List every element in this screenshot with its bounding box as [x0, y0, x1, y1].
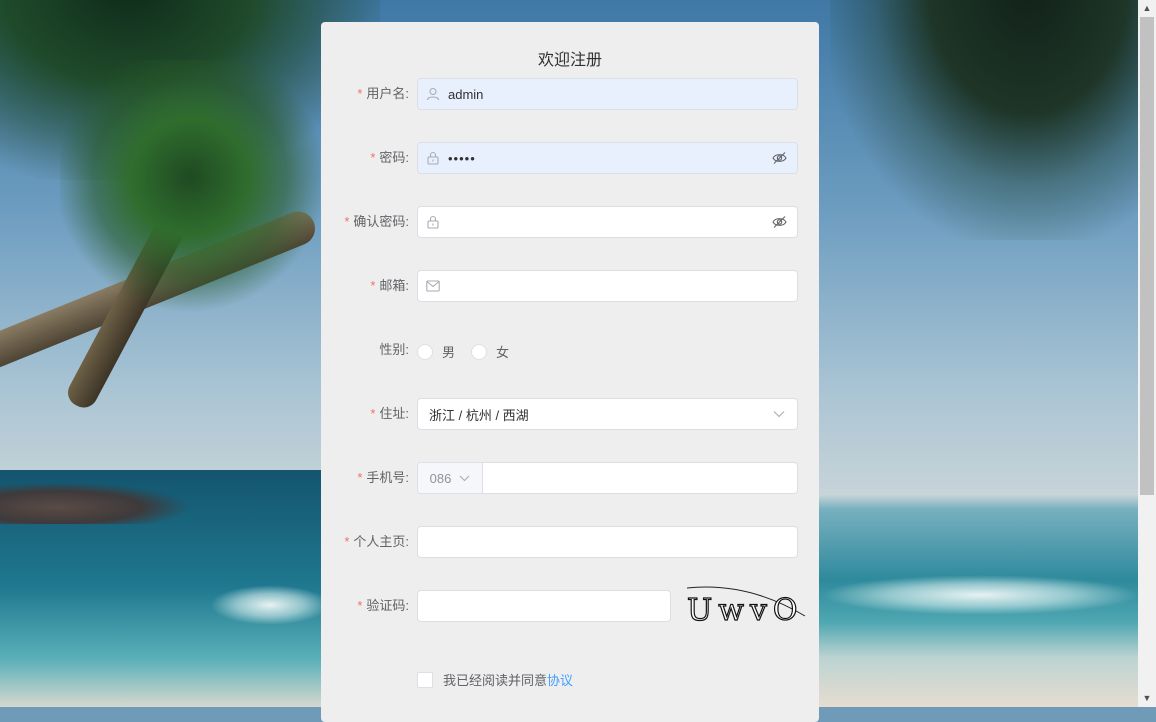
homepage-row: * 个人主页:: [321, 526, 819, 558]
mail-icon: [418, 280, 448, 292]
eye-off-icon[interactable]: [761, 151, 797, 165]
gender-row: 性别: 男 女: [321, 334, 819, 366]
address-label: * 住址:: [370, 406, 409, 421]
gender-radio-female[interactable]: 女: [471, 342, 509, 361]
page-scrollbar[interactable]: ▲ ▼: [1138, 0, 1156, 707]
username-input[interactable]: admin: [417, 78, 798, 110]
lock-icon: [418, 151, 448, 165]
captcha-row: * 验证码: UwvO: [321, 586, 819, 629]
homepage-label: * 个人主页:: [344, 534, 409, 549]
lock-icon: [418, 215, 448, 229]
captcha-image-text: UwvO: [687, 593, 804, 628]
scrollbar-thumb[interactable]: [1140, 17, 1154, 495]
address-row: * 住址: 浙江 / 杭州 / 西湖: [321, 398, 819, 430]
captcha-label: * 验证码:: [357, 598, 409, 613]
username-value: admin: [448, 86, 484, 102]
chevron-down-icon[interactable]: [761, 410, 797, 418]
eye-off-icon[interactable]: [761, 215, 797, 229]
phone-row: * 手机号: 086: [321, 462, 819, 494]
radio-circle[interactable]: [417, 343, 433, 360]
confirm-password-row: * 确认密码:: [321, 206, 819, 238]
email-label: * 邮箱:: [370, 278, 409, 293]
password-value: •••••: [448, 150, 476, 166]
email-row: * 邮箱:: [321, 270, 819, 302]
address-value: 浙江 / 杭州 / 西湖: [429, 407, 529, 423]
radio-circle[interactable]: [471, 343, 487, 360]
agreement-checkbox[interactable]: [417, 671, 433, 688]
form-title: 欢迎注册: [537, 52, 602, 69]
captcha-image[interactable]: UwvO: [685, 582, 809, 629]
username-row: * 用户名: admin: [321, 78, 819, 110]
chevron-down-icon: [459, 475, 470, 482]
country-code-select[interactable]: 086: [418, 463, 483, 493]
username-label: * 用户名:: [357, 86, 409, 101]
gender-radio-male[interactable]: 男: [417, 342, 455, 361]
agreement-row: 我已经阅读并同意 协议: [321, 670, 819, 702]
password-label: * 密码:: [370, 150, 409, 165]
gender-label: 性别:: [379, 342, 409, 357]
agreement: 我已经阅读并同意 协议: [417, 670, 573, 689]
address-cascader[interactable]: 浙江 / 杭州 / 西湖: [417, 398, 798, 430]
captcha-input[interactable]: [417, 590, 671, 622]
scroll-up-icon[interactable]: ▲: [1138, 0, 1156, 17]
phone-label: * 手机号:: [357, 470, 409, 485]
password-input[interactable]: •••••: [417, 142, 798, 174]
confirm-password-label: * 确认密码:: [344, 214, 409, 229]
agreement-link[interactable]: 协议: [547, 670, 573, 689]
password-row: * 密码: •••••: [321, 142, 819, 174]
email-input[interactable]: [417, 270, 798, 302]
scroll-down-icon[interactable]: ▼: [1138, 690, 1156, 707]
confirm-password-input[interactable]: [417, 206, 798, 238]
user-icon: [418, 87, 448, 101]
homepage-input[interactable]: [417, 526, 798, 558]
phone-input[interactable]: 086: [417, 462, 798, 494]
register-form-card: 欢迎注册 * 用户名: admin * 密码: ••••• * 确认密码: * …: [321, 22, 819, 722]
